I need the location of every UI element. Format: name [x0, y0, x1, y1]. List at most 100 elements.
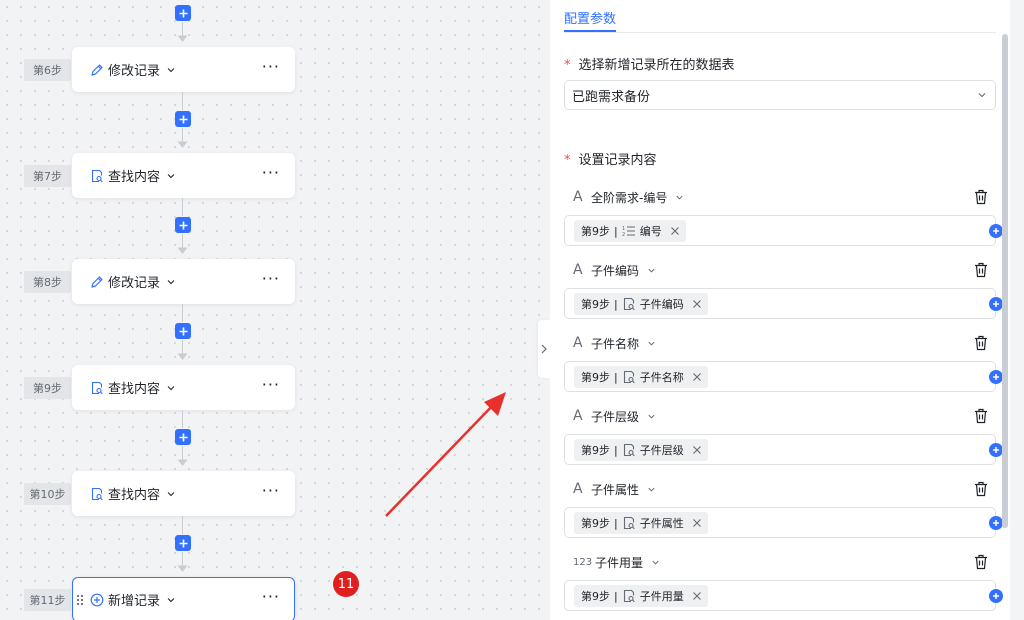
- chevron-down-icon[interactable]: [166, 171, 176, 181]
- field-value-input[interactable]: 第9步 | 1 2 编号: [564, 215, 1003, 246]
- field-value-input[interactable]: 第9步 | 子件属性: [564, 507, 1003, 538]
- more-options-button[interactable]: ···: [262, 59, 280, 75]
- trash-icon[interactable]: [974, 189, 988, 205]
- chevron-down-icon[interactable]: [166, 277, 176, 287]
- plus-circle-icon: [89, 592, 105, 608]
- field-value-input[interactable]: 第9步 | 子件名称: [564, 361, 1003, 392]
- text-type-icon: A: [573, 408, 583, 424]
- field-header[interactable]: 123 子件用量: [573, 552, 660, 572]
- trash-icon[interactable]: [974, 481, 988, 497]
- add-variable-button[interactable]: [989, 589, 1003, 603]
- chip-value: 子件层级: [639, 444, 684, 457]
- field-value-input[interactable]: 第9步 | 子件用量: [564, 580, 1003, 611]
- chip-step: 第9步: [581, 444, 610, 457]
- trash-icon[interactable]: [974, 554, 988, 570]
- chevron-down-icon[interactable]: [647, 485, 656, 494]
- step-node-11[interactable]: 新增记录 ···: [72, 577, 295, 620]
- connector-line: [182, 22, 183, 36]
- table-select[interactable]: 已跑需求备份: [564, 80, 996, 110]
- chip-value: 子件名称: [639, 371, 684, 384]
- trash-icon[interactable]: [974, 335, 988, 351]
- field-value-input[interactable]: 第9步 | 子件编码: [564, 288, 1003, 319]
- connector-arrow-icon: [177, 247, 188, 254]
- connector-line: [182, 198, 183, 216]
- chevron-down-icon[interactable]: [647, 412, 656, 421]
- step-node-6[interactable]: 修改记录 ···: [72, 47, 295, 92]
- field-header[interactable]: A 子件名称: [573, 333, 656, 353]
- field-header[interactable]: A 子件编码: [573, 260, 656, 280]
- connector-line: [182, 234, 183, 248]
- step-node-9[interactable]: 查找内容 ···: [72, 365, 295, 410]
- close-icon[interactable]: [692, 445, 702, 455]
- value-chip[interactable]: 第9步 | 子件属性: [574, 512, 708, 534]
- close-icon[interactable]: [692, 299, 702, 309]
- chevron-down-icon[interactable]: [647, 266, 656, 275]
- more-options-button[interactable]: ···: [262, 377, 280, 393]
- step-node-8[interactable]: 修改记录 ···: [72, 259, 295, 304]
- tab-config-params[interactable]: 配置参数: [564, 8, 616, 27]
- close-icon[interactable]: [692, 591, 702, 601]
- field-name: 子件属性: [591, 482, 640, 497]
- chevron-down-icon[interactable]: [166, 65, 176, 75]
- text-type-icon: A: [573, 189, 583, 205]
- chevron-down-icon[interactable]: [166, 383, 176, 393]
- connector-arrow-icon: [177, 141, 188, 148]
- field-name: 子件层级: [591, 409, 640, 424]
- add-step-button[interactable]: [175, 217, 191, 233]
- step-label: 第11步: [24, 589, 71, 611]
- close-icon[interactable]: [692, 372, 702, 382]
- step-label: 第9步: [24, 377, 71, 399]
- field-name: 子件编码: [591, 263, 640, 278]
- field-header[interactable]: A 全阶需求-编号: [573, 187, 684, 207]
- add-step-button[interactable]: [175, 429, 191, 445]
- document-search-icon: [622, 443, 636, 457]
- step-node-7[interactable]: 查找内容 ···: [72, 153, 295, 198]
- field-header[interactable]: A 子件属性: [573, 479, 656, 499]
- add-step-button[interactable]: [175, 323, 191, 339]
- step-label: 第8步: [24, 271, 71, 293]
- value-chip[interactable]: 第9步 | 子件用量: [574, 585, 708, 607]
- chevron-down-icon[interactable]: [166, 595, 176, 605]
- scrollbar[interactable]: [1002, 34, 1008, 528]
- add-variable-button[interactable]: [989, 516, 1003, 530]
- trash-icon[interactable]: [974, 408, 988, 424]
- collapse-panel-button[interactable]: [538, 320, 550, 378]
- trash-icon[interactable]: [974, 262, 988, 278]
- step-title: 修改记录: [108, 276, 161, 291]
- chevron-down-icon[interactable]: [675, 193, 684, 202]
- more-options-button[interactable]: ···: [262, 165, 280, 181]
- value-chip[interactable]: 第9步 | 1 2 编号: [574, 220, 686, 242]
- field-header[interactable]: A 子件层级: [573, 406, 656, 426]
- text-type-icon: A: [573, 262, 583, 278]
- document-search-icon: [622, 516, 636, 530]
- chevron-down-icon[interactable]: [651, 558, 660, 567]
- more-options-button[interactable]: ···: [262, 589, 280, 605]
- chevron-down-icon[interactable]: [166, 489, 176, 499]
- add-step-button[interactable]: [175, 5, 191, 21]
- value-chip[interactable]: 第9步 | 子件名称: [574, 366, 708, 388]
- drag-handle-icon[interactable]: [76, 594, 84, 606]
- add-variable-button[interactable]: [989, 224, 1003, 238]
- add-step-button[interactable]: [175, 111, 191, 127]
- value-chip[interactable]: 第9步 | 子件编码: [574, 293, 708, 315]
- close-icon[interactable]: [692, 518, 702, 528]
- step-label: 第10步: [24, 483, 71, 505]
- close-icon[interactable]: [670, 226, 680, 236]
- value-chip[interactable]: 第9步 | 子件层级: [574, 439, 708, 461]
- chip-step: 第9步: [581, 298, 610, 311]
- more-options-button[interactable]: ···: [262, 483, 280, 499]
- add-variable-button[interactable]: [989, 297, 1003, 311]
- connector-arrow-icon: [177, 565, 188, 572]
- add-variable-button[interactable]: [989, 443, 1003, 457]
- chip-separator: |: [614, 443, 618, 457]
- workflow-canvas[interactable]: 第6步 修改记录 ··· 第7步 查找内容 ··· 第8步 修改记录 ··· 第…: [0, 0, 546, 620]
- connector-line: [182, 340, 183, 354]
- step-node-10[interactable]: 查找内容 ···: [72, 471, 295, 516]
- chevron-down-icon[interactable]: [647, 339, 656, 348]
- required-mark: *: [564, 58, 571, 73]
- add-step-button[interactable]: [175, 535, 191, 551]
- add-variable-button[interactable]: [989, 370, 1003, 384]
- field-value-input[interactable]: 第9步 | 子件层级: [564, 434, 1003, 465]
- step-title: 查找内容: [108, 488, 161, 503]
- more-options-button[interactable]: ···: [262, 271, 280, 287]
